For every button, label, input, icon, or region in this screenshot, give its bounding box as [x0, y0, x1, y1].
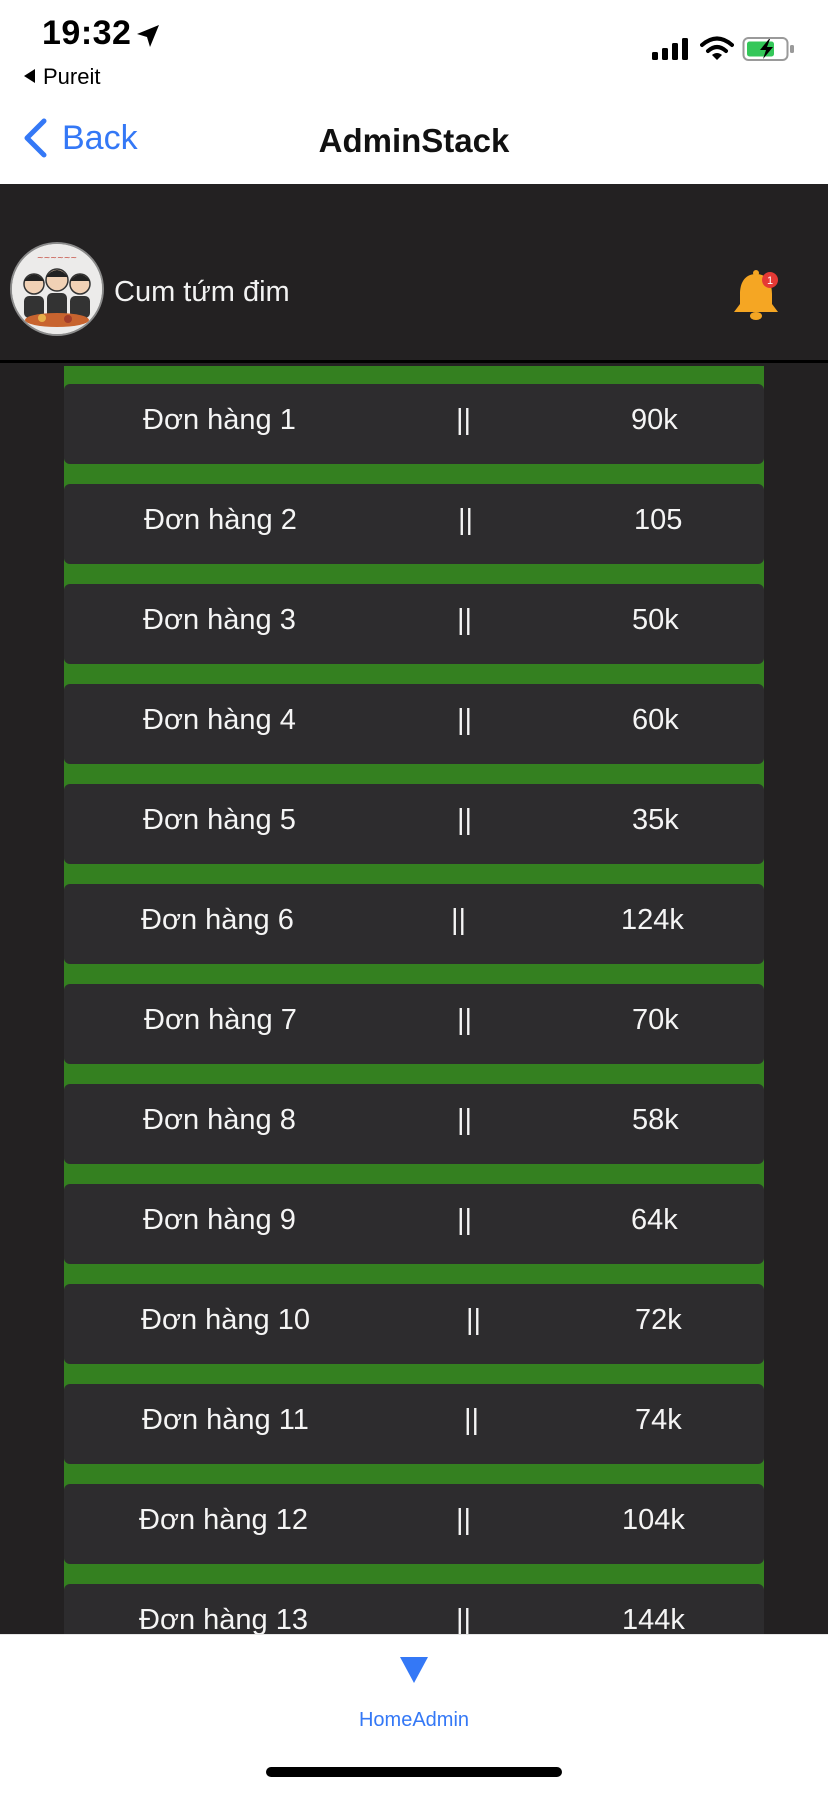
order-row[interactable]: Đơn hàng 1 || 90k: [64, 384, 764, 464]
order-row[interactable]: Đơn hàng 8 || 58k: [64, 1084, 764, 1164]
wifi-icon: [700, 36, 734, 60]
tab-homeadmin[interactable]: HomeAdmin: [314, 1655, 514, 1745]
order-name: Đơn hàng 4: [143, 704, 296, 736]
order-price: 60k: [632, 704, 679, 736]
order-row[interactable]: Đơn hàng 7 || 70k: [64, 984, 764, 1064]
order-price: 64k: [631, 1204, 678, 1236]
order-separator: ||: [457, 704, 473, 736]
order-price: 35k: [632, 804, 679, 836]
notification-bell-icon[interactable]: 1: [730, 268, 782, 324]
tab-label: HomeAdmin: [358, 1709, 470, 1731]
order-separator: ||: [466, 1304, 482, 1336]
order-name: Đơn hàng 5: [143, 804, 296, 836]
order-row[interactable]: Đơn hàng 11 || 74k: [64, 1384, 764, 1464]
order-separator: ||: [464, 1404, 480, 1436]
home-indicator: [266, 1767, 562, 1777]
order-name: Đơn hàng 12: [139, 1504, 308, 1536]
order-price: 58k: [632, 1104, 679, 1136]
location-arrow-icon: [137, 25, 159, 47]
svg-text:~~~~~~: ~~~~~~: [37, 253, 77, 262]
avatar-group-illustration: ~~~~~~: [12, 244, 102, 334]
back-app-label: Pureit: [43, 64, 101, 89]
order-row[interactable]: Đơn hàng 5 || 35k: [64, 784, 764, 864]
profile-header: ~~~~~~ Cum tứm đim 1: [0, 184, 828, 363]
avatar[interactable]: ~~~~~~: [10, 242, 104, 336]
order-name: Đơn hàng 3: [143, 604, 296, 636]
back-triangle-icon: [24, 69, 35, 83]
orders-list[interactable]: Đơn hàng 1 || 90k Đơn hàng 2 || 105 Đơn …: [64, 366, 764, 1634]
order-separator: ||: [458, 504, 474, 536]
order-row[interactable]: Đơn hàng 4 || 60k: [64, 684, 764, 764]
order-row[interactable]: Đơn hàng 12 || 104k: [64, 1484, 764, 1564]
order-row[interactable]: Đơn hàng 6 || 124k: [64, 884, 764, 964]
battery-charging-icon: [742, 37, 794, 61]
order-separator: ||: [457, 1104, 473, 1136]
order-name: Đơn hàng 6: [141, 904, 294, 936]
order-price: 72k: [635, 1304, 682, 1336]
order-price: 74k: [635, 1404, 682, 1436]
order-name: Đơn hàng 8: [143, 1104, 296, 1136]
order-separator: ||: [451, 904, 467, 936]
status-bar: 19:32 Pureit: [0, 0, 828, 100]
order-row[interactable]: Đơn hàng 10 || 72k: [64, 1284, 764, 1364]
order-row[interactable]: Đơn hàng 2 || 105: [64, 484, 764, 564]
order-separator: ||: [457, 1204, 473, 1236]
order-name: Đơn hàng 10: [141, 1304, 310, 1336]
order-name: Đơn hàng 11: [142, 1404, 309, 1436]
notification-badge-count: 1: [767, 275, 773, 287]
order-separator: ||: [456, 1504, 472, 1536]
order-separator: ||: [456, 1604, 472, 1634]
order-price: 105: [634, 504, 683, 536]
order-name: Đơn hàng 9: [143, 1204, 296, 1236]
order-price: 144k: [622, 1604, 685, 1634]
order-price: 70k: [632, 1004, 679, 1036]
order-separator: ||: [457, 1004, 473, 1036]
order-price: 90k: [631, 404, 678, 436]
page-title: AdminStack: [318, 122, 510, 159]
order-row[interactable]: Đơn hàng 3 || 50k: [64, 584, 764, 664]
order-name: Đơn hàng 1: [143, 404, 296, 436]
order-separator: ||: [457, 604, 473, 636]
triangle-down-icon: [400, 1657, 428, 1683]
order-separator: ||: [456, 404, 472, 436]
navigation-bar: Back AdminStack: [0, 100, 828, 184]
order-separator: ||: [457, 804, 473, 836]
order-name: Đơn hàng 2: [144, 504, 297, 536]
cellular-signal-icon: [652, 38, 688, 60]
order-name: Đơn hàng 13: [139, 1604, 308, 1634]
status-time: 19:32: [42, 14, 132, 52]
profile-name: Cum tứm đim: [114, 276, 290, 308]
order-row[interactable]: Đơn hàng 13 || 144k: [64, 1584, 764, 1634]
order-price: 50k: [632, 604, 679, 636]
order-price: 124k: [621, 904, 684, 936]
order-name: Đơn hàng 7: [144, 1004, 297, 1036]
back-to-app-link[interactable]: Pureit: [24, 64, 100, 90]
order-row[interactable]: Đơn hàng 9 || 64k: [64, 1184, 764, 1264]
order-price: 104k: [622, 1504, 685, 1536]
